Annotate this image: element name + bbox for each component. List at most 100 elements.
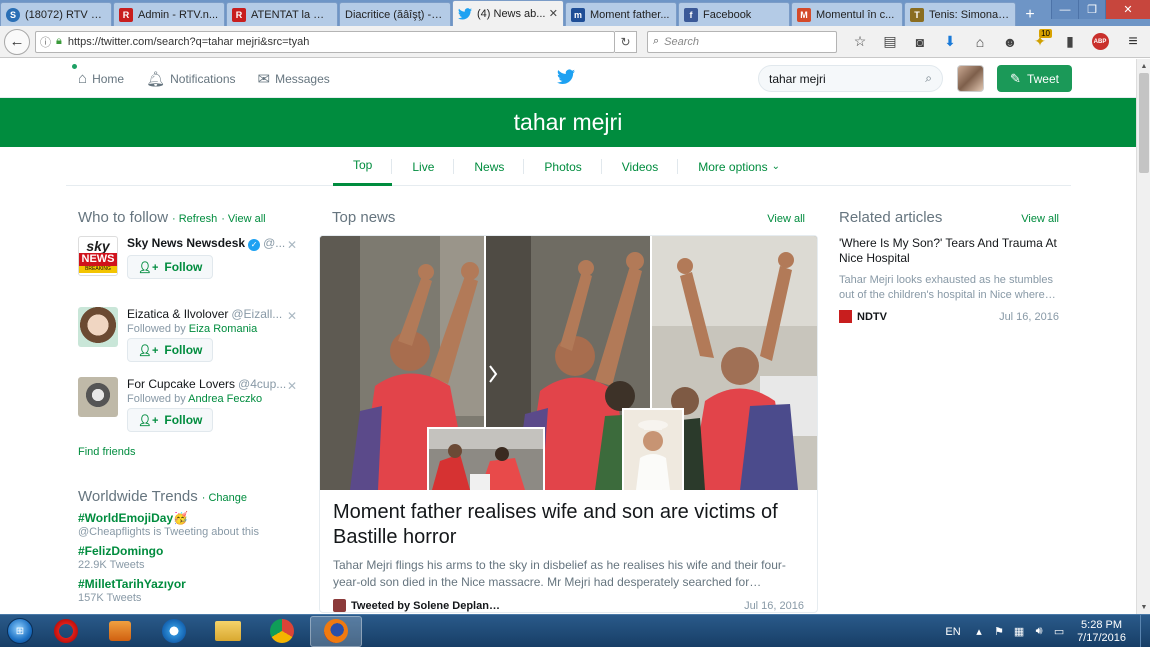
view-all-link[interactable]: View all bbox=[228, 213, 266, 225]
browser-tab[interactable]: Diacritice (ăâîşţ) - t... bbox=[339, 2, 451, 26]
back-arrow-icon[interactable]: ← bbox=[4, 28, 30, 55]
reading-list-icon[interactable]: ▤ bbox=[875, 31, 905, 53]
network-icon[interactable]: ▦ bbox=[1011, 625, 1027, 638]
new-tab-button[interactable]: + bbox=[1017, 4, 1043, 26]
twitter-search-input[interactable]: tahar mejri ⌕ bbox=[758, 65, 943, 92]
twitter-bird-icon[interactable] bbox=[557, 69, 575, 85]
tab-news[interactable]: News bbox=[454, 147, 525, 186]
lock-icon[interactable]: 🔒︎ bbox=[56, 35, 62, 48]
pocket-icon[interactable]: ◙ bbox=[905, 31, 935, 53]
account-name[interactable]: Sky News Newsdesk bbox=[127, 236, 245, 250]
address-bar[interactable]: ⓘ 🔒︎ https://twitter.com/search?q=tahar … bbox=[35, 30, 615, 53]
browser-search-input[interactable]: ⌕ Search bbox=[647, 30, 837, 53]
monitor-icon[interactable]: ▭ bbox=[1051, 625, 1067, 638]
bookmark-star-icon[interactable]: ☆ bbox=[845, 31, 875, 53]
article-source[interactable]: NDTV bbox=[839, 310, 887, 323]
start-button[interactable]: ⊞ bbox=[0, 615, 40, 647]
follow-button[interactable]: 👤︎+ Follow bbox=[127, 255, 214, 279]
firefox-icon[interactable] bbox=[310, 615, 362, 647]
avatar[interactable] bbox=[957, 65, 984, 92]
download-icon[interactable]: ⬇ bbox=[935, 31, 965, 53]
trend-tag[interactable]: #MilletTarihYazıyor bbox=[78, 577, 303, 591]
browser-tab[interactable]: T Tenis: Simona ... bbox=[904, 2, 1016, 26]
reload-icon[interactable]: ↻ bbox=[615, 30, 637, 53]
dismiss-icon[interactable]: ✕ bbox=[287, 379, 297, 393]
related-article[interactable]: 'Where Is My Son?' Tears And Trauma At N… bbox=[839, 236, 1059, 323]
avatar[interactable]: sky NEWS BREAKING bbox=[78, 236, 118, 276]
flag-icon[interactable]: ⚑ bbox=[991, 625, 1007, 638]
adblock-icon[interactable]: ABP bbox=[1085, 31, 1115, 53]
home-icon[interactable]: ⌂ bbox=[965, 31, 995, 53]
addon-icon[interactable]: ✦ 10 bbox=[1025, 28, 1055, 53]
avatar[interactable] bbox=[78, 377, 118, 417]
browser-tab[interactable]: R ATENTAT la NI... bbox=[226, 2, 338, 26]
clipboard-icon[interactable]: ▮ bbox=[1055, 31, 1085, 53]
close-window-icon[interactable]: ✕ bbox=[1105, 0, 1150, 19]
view-all-link[interactable]: View all bbox=[1021, 213, 1059, 225]
browser-tab[interactable]: M Momentul în c... bbox=[791, 2, 903, 26]
page-scrollbar[interactable]: ▲ ▼ bbox=[1136, 59, 1150, 614]
avatar[interactable] bbox=[78, 307, 118, 347]
file-explorer-icon[interactable] bbox=[202, 616, 254, 647]
scroll-thumb[interactable] bbox=[1139, 73, 1149, 173]
followed-by-user[interactable]: Andrea Feczko bbox=[188, 393, 262, 405]
tray-expand-icon[interactable]: ▴ bbox=[971, 625, 987, 638]
dismiss-icon[interactable]: ✕ bbox=[287, 309, 297, 323]
opera-icon[interactable] bbox=[40, 616, 92, 647]
volume-icon[interactable]: 🔊︎ bbox=[1031, 625, 1047, 638]
account-handle[interactable]: @... bbox=[263, 236, 285, 250]
tab-live[interactable]: Live bbox=[392, 147, 455, 186]
scroll-up-icon[interactable]: ▲ bbox=[1137, 59, 1150, 73]
media-player-icon[interactable] bbox=[94, 616, 146, 647]
chrome-icon[interactable] bbox=[256, 616, 308, 647]
trend-item[interactable]: #MilletTarihYazıyor 157K Tweets bbox=[78, 577, 303, 604]
browser-tab[interactable]: m Moment father... bbox=[565, 2, 677, 26]
browser-tab[interactable]: S (18072) RTV W... bbox=[0, 2, 112, 26]
article-title[interactable]: 'Where Is My Son?' Tears And Trauma At N… bbox=[839, 236, 1059, 266]
nav-notifications[interactable]: 🔔︎ Notifications bbox=[146, 70, 235, 88]
change-link[interactable]: Change bbox=[208, 492, 247, 504]
chat-icon[interactable]: ☻ bbox=[995, 31, 1025, 53]
close-tab-icon[interactable]: ✕ bbox=[549, 7, 558, 20]
info-icon[interactable]: ⓘ bbox=[40, 34, 51, 50]
internet-explorer-icon[interactable] bbox=[148, 616, 200, 647]
dismiss-icon[interactable]: ✕ bbox=[287, 238, 297, 252]
minimize-icon[interactable]: — bbox=[1051, 0, 1078, 19]
tab-top[interactable]: Top bbox=[333, 147, 393, 186]
news-headline[interactable]: Moment father realises wife and son are … bbox=[333, 500, 804, 550]
scroll-down-icon[interactable]: ▼ bbox=[1137, 600, 1150, 614]
tab-videos[interactable]: Videos bbox=[602, 147, 679, 186]
menu-icon[interactable]: ≡ bbox=[1120, 33, 1146, 51]
url-text[interactable]: https://twitter.com/search?q=tahar mejri… bbox=[68, 36, 610, 48]
search-query[interactable]: tahar mejri bbox=[769, 72, 925, 86]
account-handle[interactable]: @4cup... bbox=[238, 377, 286, 391]
trend-item[interactable]: #WorldEmojiDay🥳 @Cheapflights is Tweetin… bbox=[78, 511, 303, 538]
follow-button[interactable]: 👤︎+ Follow bbox=[127, 408, 214, 432]
clock[interactable]: 5:28 PM 7/17/2016 bbox=[1077, 619, 1126, 645]
account-name[interactable]: Eizatica & Ilvolover bbox=[127, 307, 228, 321]
tweeted-by[interactable]: Tweeted by Solene Deplan… bbox=[333, 599, 500, 612]
account-name[interactable]: For Cupcake Lovers bbox=[127, 377, 235, 391]
tab-more-options[interactable]: More options ⌄ bbox=[678, 147, 800, 186]
follow-button[interactable]: 👤︎+ Follow bbox=[127, 338, 214, 362]
news-card[interactable]: Moment father realises wife and son are … bbox=[319, 235, 818, 613]
nav-messages[interactable]: ✉ Messages bbox=[258, 70, 330, 88]
account-handle[interactable]: @Eizall... bbox=[231, 307, 282, 321]
nav-home[interactable]: ⌂ Home bbox=[72, 64, 124, 87]
news-photo-collage[interactable] bbox=[320, 236, 817, 490]
view-all-link[interactable]: View all bbox=[767, 213, 805, 225]
trend-tag[interactable]: #WorldEmojiDay🥳 bbox=[78, 511, 303, 525]
browser-tab[interactable]: f Facebook bbox=[678, 2, 790, 26]
search-icon[interactable]: ⌕ bbox=[925, 71, 932, 86]
trend-item[interactable]: #FelizDomingo 22.9K Tweets bbox=[78, 544, 303, 571]
trend-tag[interactable]: #FelizDomingo bbox=[78, 544, 303, 558]
tweet-button[interactable]: ✎ Tweet bbox=[997, 65, 1072, 92]
maximize-icon[interactable]: ❐ bbox=[1078, 0, 1105, 19]
browser-tab-active[interactable]: (4) News ab... ✕ bbox=[452, 0, 564, 26]
browser-tab[interactable]: R Admin - RTV.n... bbox=[113, 2, 225, 26]
show-desktop-button[interactable] bbox=[1140, 615, 1150, 647]
tab-photos[interactable]: Photos bbox=[524, 147, 602, 186]
language-indicator[interactable]: EN bbox=[939, 626, 967, 638]
find-friends-link[interactable]: Find friends bbox=[78, 446, 303, 458]
followed-by-user[interactable]: Eiza Romania bbox=[189, 323, 257, 335]
